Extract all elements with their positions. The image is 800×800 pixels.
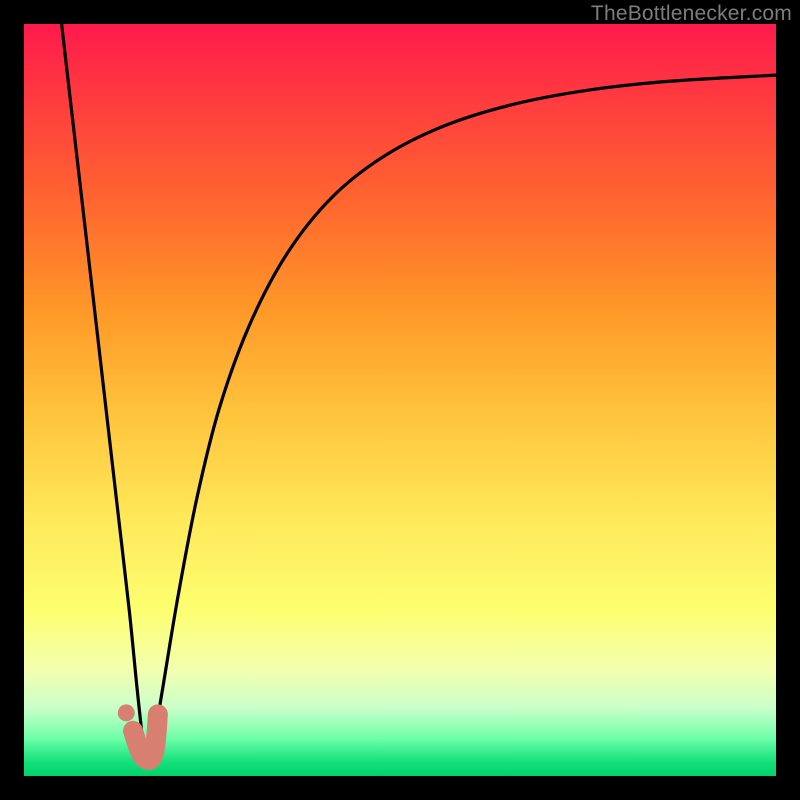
right-branch-curve	[152, 75, 776, 753]
left-branch-curve	[62, 24, 143, 742]
curves-layer	[24, 24, 776, 776]
chart-frame: TheBottlenecker.com	[0, 0, 800, 800]
marker-j-curve	[133, 714, 158, 760]
marker-dot	[118, 704, 135, 721]
watermark-text: TheBottlenecker.com	[591, 2, 792, 26]
plot-area	[24, 24, 776, 776]
